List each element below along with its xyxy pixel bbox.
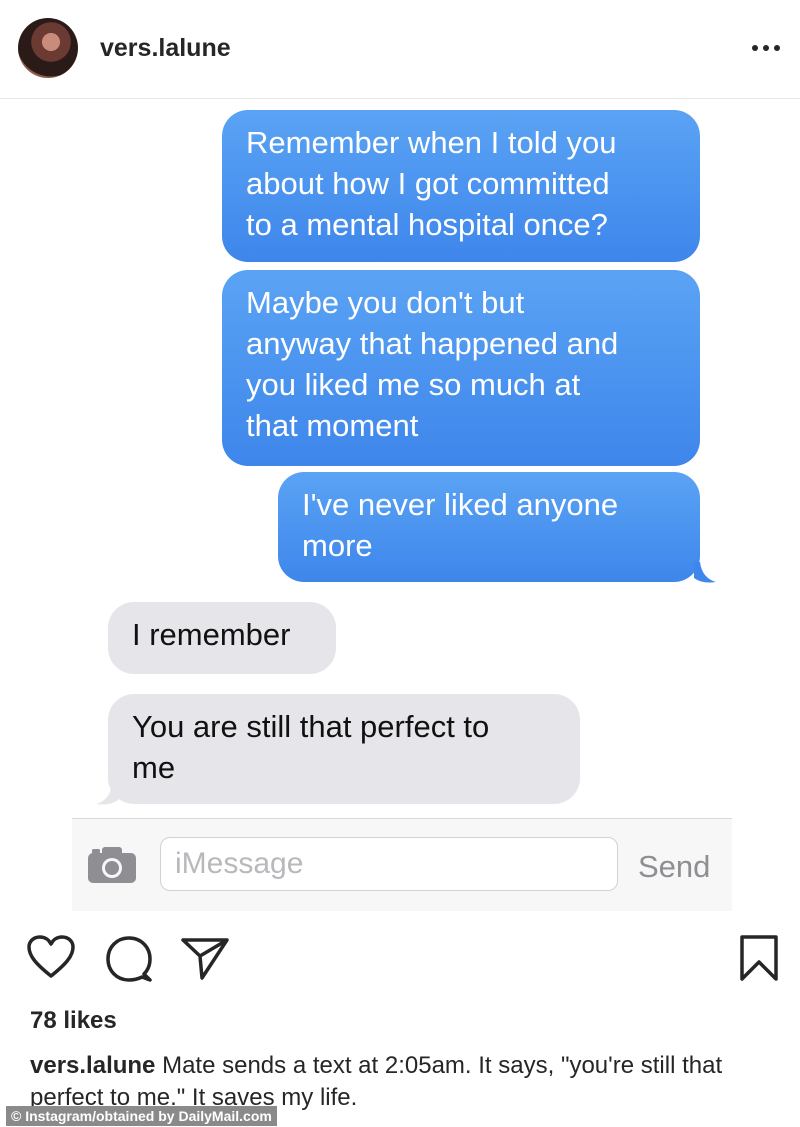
camera-icon[interactable]	[86, 845, 138, 885]
photo-credit: © Instagram/obtained by DailyMail.com	[6, 1106, 277, 1126]
incoming-message-bubble: I remember	[108, 602, 336, 674]
outgoing-message-bubble: I've never liked anyone more	[278, 472, 700, 582]
post-actions	[0, 920, 800, 990]
heart-icon[interactable]	[26, 934, 76, 980]
post-caption: vers.lalune Mate sends a text at 2:05am.…	[30, 1050, 770, 1114]
incoming-message-bubble: You are still that perfect to me	[108, 694, 580, 804]
message-screenshot: Remember when I told you about how I got…	[0, 100, 800, 912]
outgoing-bubble-tail	[694, 562, 716, 583]
outgoing-message-bubble: Remember when I told you about how I got…	[222, 110, 700, 262]
caption-username[interactable]: vers.lalune	[30, 1052, 155, 1079]
imessage-input[interactable]: iMessage	[160, 837, 618, 891]
outgoing-message-bubble: Maybe you don't but anyway that happened…	[222, 270, 700, 466]
send-icon[interactable]	[180, 936, 230, 982]
comment-icon[interactable]	[104, 934, 154, 984]
post-header: vers.lalune	[0, 0, 800, 99]
bookmark-icon[interactable]	[738, 934, 780, 982]
more-options-icon[interactable]	[748, 40, 784, 56]
avatar[interactable]	[18, 18, 78, 78]
likes-count[interactable]: 78 likes	[30, 1007, 117, 1035]
post-username[interactable]: vers.lalune	[100, 34, 231, 63]
send-button[interactable]: Send	[638, 849, 710, 885]
incoming-bubble-tail	[96, 784, 118, 805]
imessage-composer: iMessage Send	[72, 818, 732, 911]
